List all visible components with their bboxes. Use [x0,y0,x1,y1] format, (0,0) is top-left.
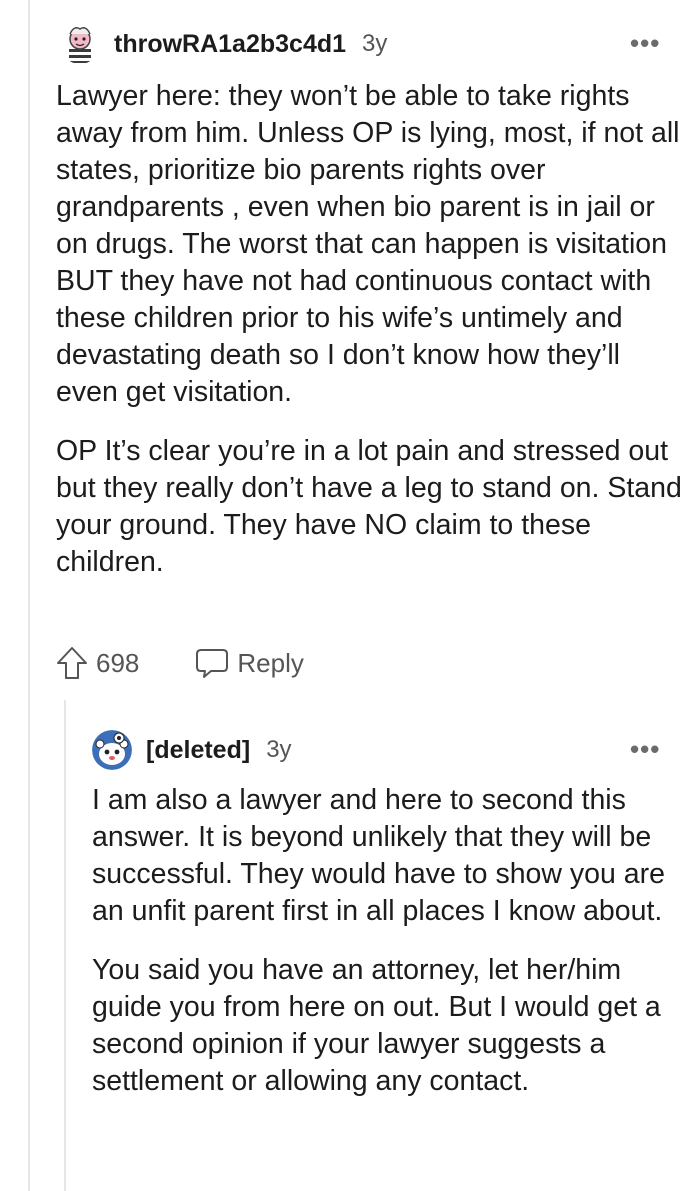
speech-bubble-icon[interactable] [195,647,229,679]
reply-button[interactable]: Reply [195,647,304,679]
comment-paragraph: I am also a lawyer and here to second th… [92,784,665,927]
reply-label[interactable]: Reply [237,648,303,679]
comment-age: 3y [266,736,292,763]
reply-comment-header: [deleted] 3y [92,730,292,770]
comment-paragraph: Lawyer here: they won’t be able to take … [56,80,680,408]
top-comment-body: Lawyer here: they won’t be able to take … [56,78,686,581]
user-avatar-icon[interactable] [92,730,132,770]
reply-comment-body: I am also a lawyer and here to second th… [92,782,686,1100]
thread-line [28,0,30,1191]
more-options-icon[interactable]: ••• [630,30,660,56]
user-avatar-icon[interactable] [60,24,100,64]
username[interactable]: [deleted] [146,736,250,765]
upvote-button[interactable]: 698 [56,646,139,680]
comment-age: 3y [362,30,388,57]
vote-count: 698 [96,647,140,678]
comment-paragraph: OP It’s clear you’re in a lot pain and s… [56,435,682,578]
username[interactable]: throwRA1a2b3c4d1 [114,30,346,59]
more-options-icon[interactable]: ••• [630,736,660,762]
comment-actions: 698 Reply [56,646,304,680]
top-comment-header: throwRA1a2b3c4d1 3y [60,24,387,64]
reply-thread-line [64,700,66,1191]
comment-paragraph: You said you have an attorney, let her/h… [92,954,661,1097]
upvote-arrow-icon[interactable] [56,646,88,680]
